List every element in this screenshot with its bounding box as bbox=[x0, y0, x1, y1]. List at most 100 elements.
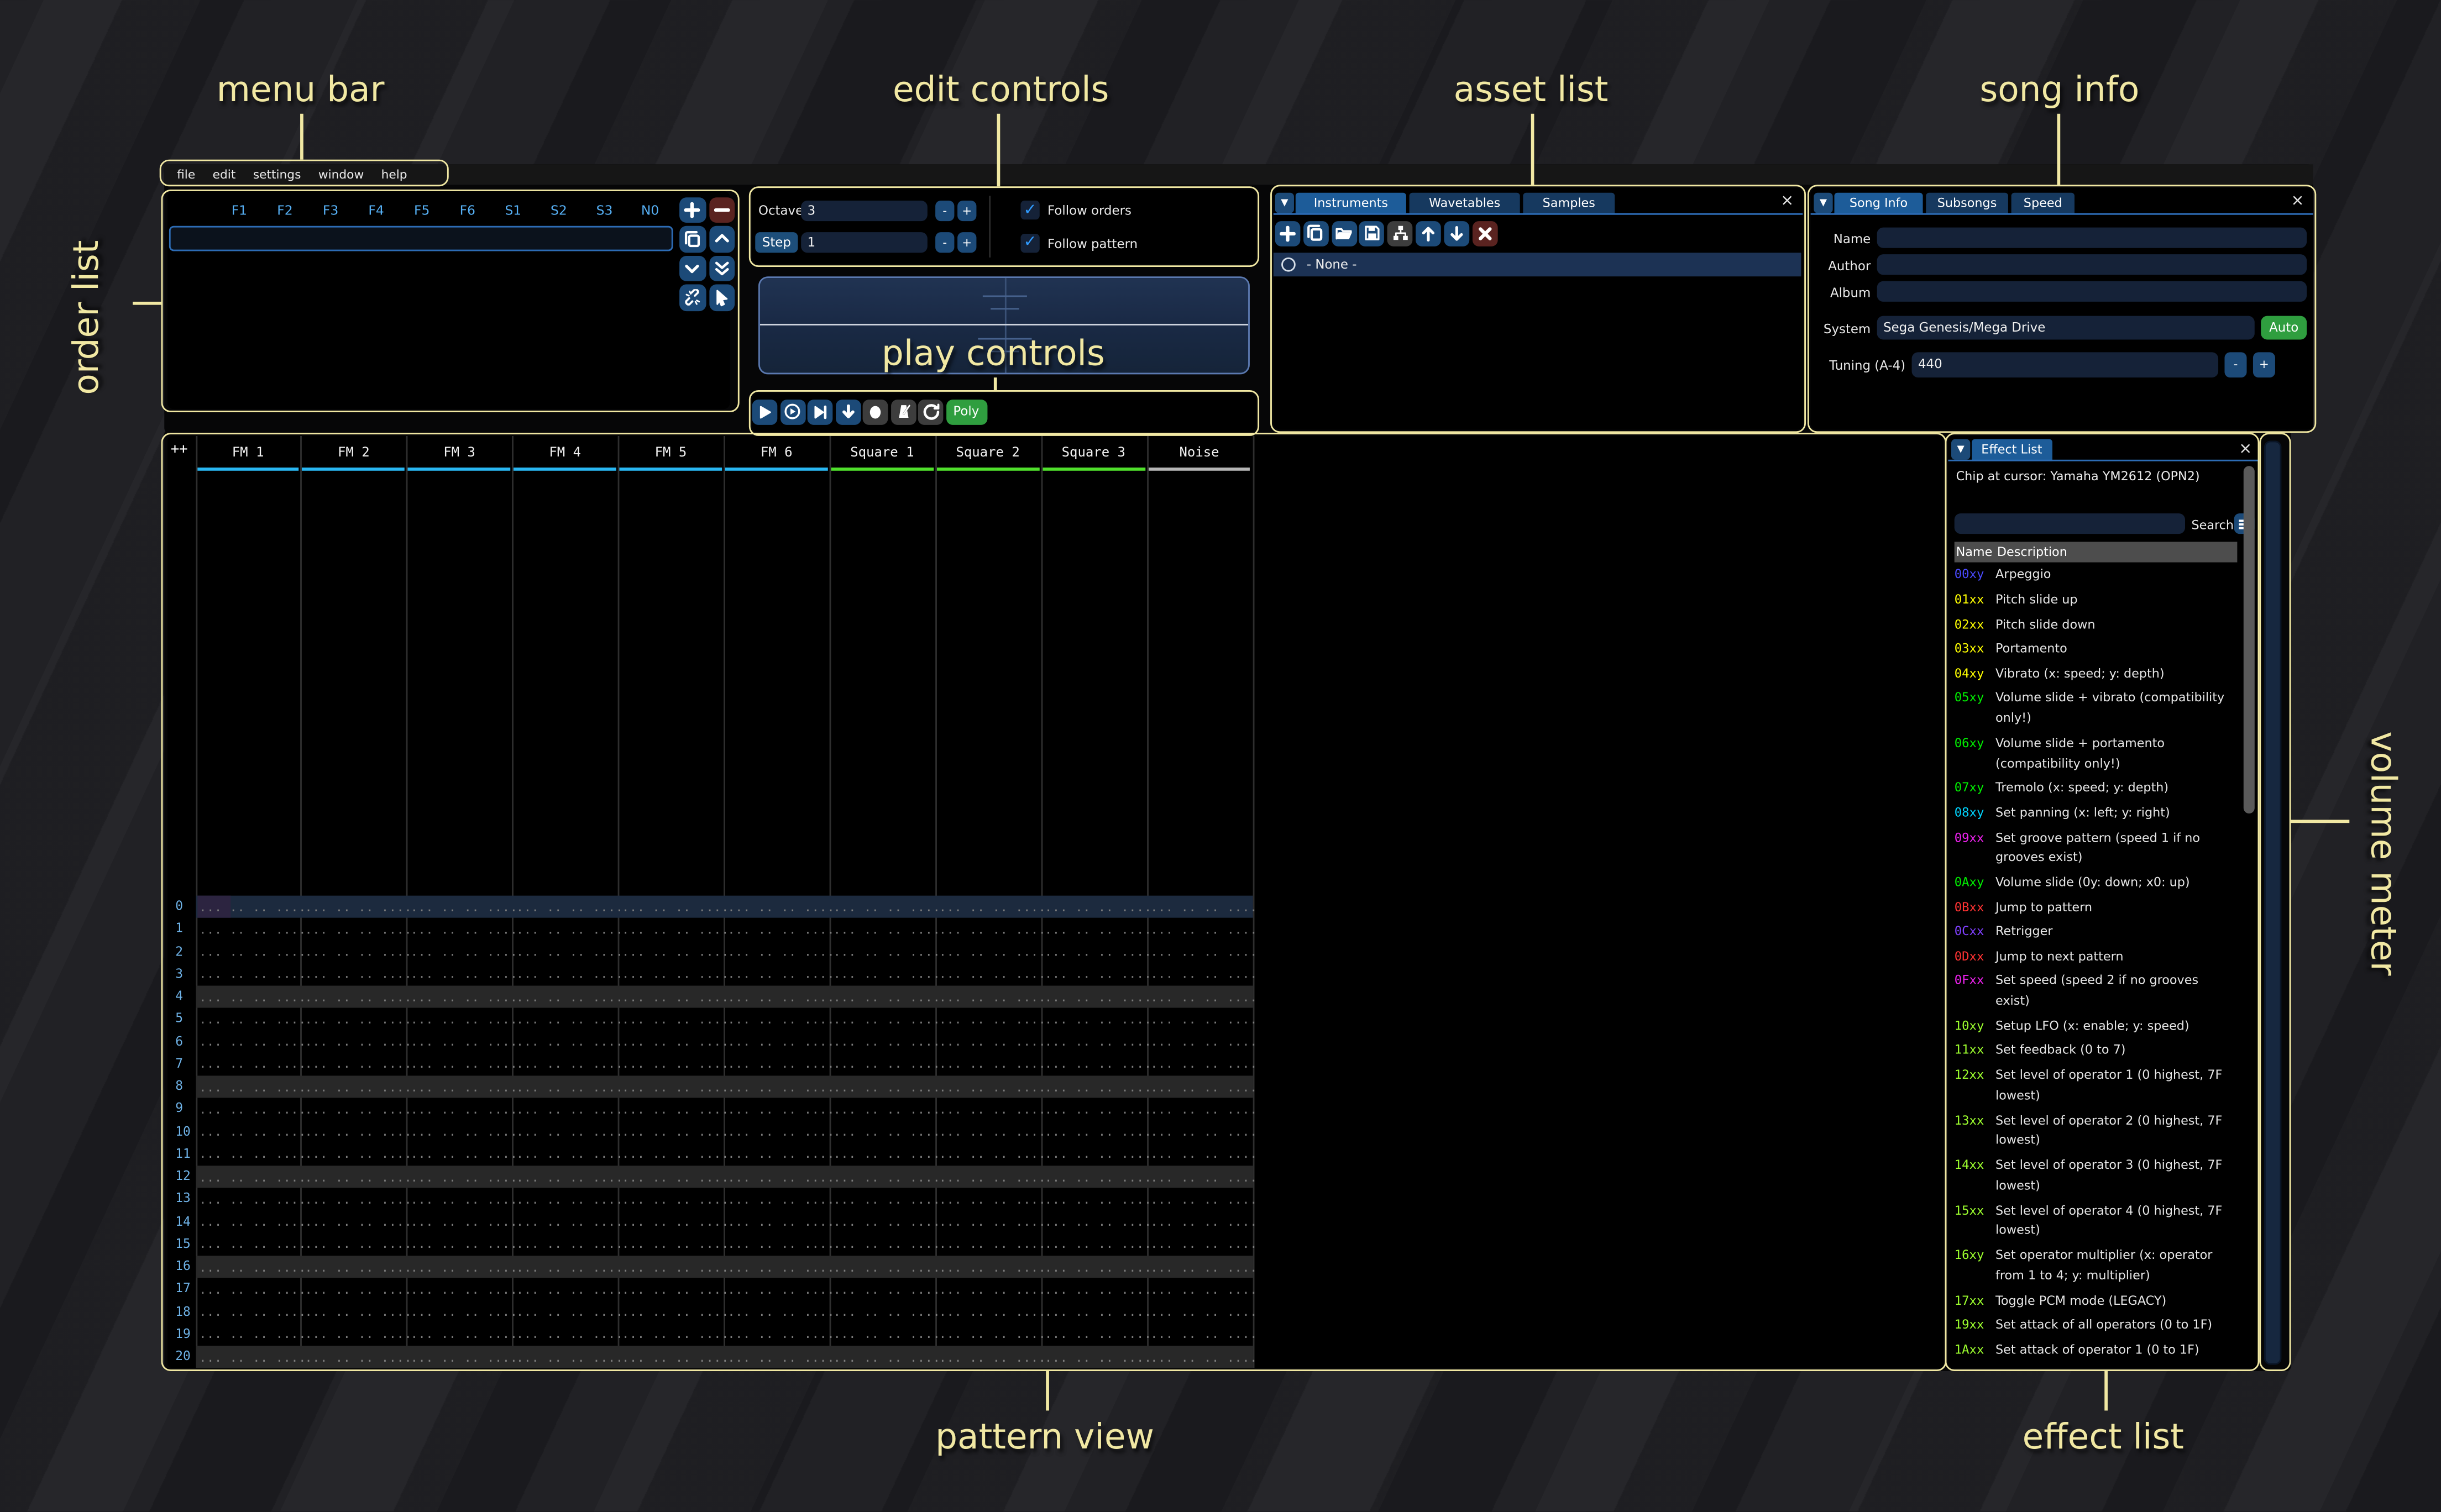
effect-row[interactable]: 06xyVolume slide + portamento (compatibi… bbox=[1955, 732, 2249, 777]
pattern-row[interactable]: 2... .. .. ....... .. .. ....... .. .. .… bbox=[167, 940, 1944, 963]
follow-pattern-checkbox[interactable]: ✓ bbox=[1020, 233, 1039, 252]
effect-row[interactable]: 09xxSet groove pattern (speed 1 if no gr… bbox=[1955, 826, 2249, 871]
system-auto-button[interactable]: Auto bbox=[2261, 316, 2307, 340]
asset-duplicate-button[interactable] bbox=[1303, 221, 1329, 246]
pattern-row[interactable]: 8... .. .. ....... .. .. ....... .. .. .… bbox=[167, 1075, 1944, 1098]
order-mouse-pointer-button[interactable] bbox=[709, 284, 735, 310]
tuning-minus-button[interactable]: - bbox=[2224, 352, 2246, 376]
effect-scrollbar[interactable] bbox=[2244, 466, 2254, 813]
effect-row[interactable]: 16xySet operator multiplier (x: operator… bbox=[1955, 1245, 2249, 1289]
order-plus-button[interactable] bbox=[679, 197, 705, 223]
effect-row[interactable]: 0CxxRetrigger bbox=[1955, 921, 2249, 946]
step-minus-button[interactable]: - bbox=[935, 232, 954, 253]
asset-close-icon[interactable]: × bbox=[1780, 193, 1794, 210]
song-close-icon[interactable]: × bbox=[2291, 193, 2304, 210]
pattern-row[interactable]: 12... .. .. ....... .. .. ....... .. .. … bbox=[167, 1165, 1944, 1188]
asset-tree-view-button[interactable] bbox=[1387, 221, 1413, 246]
pattern-row[interactable]: 7... .. .. ....... .. .. ....... .. .. .… bbox=[167, 1052, 1944, 1075]
octave-minus-button[interactable]: - bbox=[935, 200, 954, 221]
follow-orders-checkbox[interactable]: ✓ bbox=[1020, 201, 1039, 219]
pattern-row[interactable]: 0... .. .. ....... .. .. ....... .. .. .… bbox=[167, 895, 1944, 917]
author-field[interactable] bbox=[1877, 254, 2307, 275]
pattern-row[interactable]: 13... .. .. ....... .. .. ....... .. .. … bbox=[167, 1188, 1944, 1210]
play-to-cursor-button[interactable] bbox=[808, 400, 833, 424]
effect-row[interactable]: 0FxxSet speed (speed 2 if no grooves exi… bbox=[1955, 970, 2249, 1015]
tab-speed[interactable]: Speed bbox=[2012, 192, 2075, 213]
channel-header-square-3[interactable]: Square 3 bbox=[1041, 444, 1146, 460]
asset-save-button[interactable] bbox=[1359, 221, 1385, 246]
tab-subsongs[interactable]: Subsongs bbox=[1926, 192, 2008, 213]
repeat-button[interactable] bbox=[918, 400, 944, 424]
pattern-row[interactable]: 18... .. .. ....... .. .. ....... .. .. … bbox=[167, 1300, 1944, 1322]
asset-arrow-down-button[interactable] bbox=[1444, 221, 1469, 246]
asset-arrow-up-button[interactable] bbox=[1416, 221, 1441, 246]
octave-input[interactable]: 3 bbox=[801, 200, 928, 221]
effect-row[interactable]: 0DxxJump to next pattern bbox=[1955, 946, 2249, 970]
step-input[interactable]: 1 bbox=[801, 232, 928, 253]
step-row-down-button[interactable] bbox=[835, 400, 861, 424]
effect-row[interactable]: 04xyVibrato (x: speed; y: depth) bbox=[1955, 663, 2249, 687]
effect-row[interactable]: 01xxPitch slide up bbox=[1955, 589, 2249, 613]
menu-item-window[interactable]: window bbox=[318, 167, 364, 182]
effect-row[interactable]: 14xxSet level of operator 3 (0 highest, … bbox=[1955, 1154, 2249, 1199]
menu-item-file[interactable]: file bbox=[177, 167, 195, 182]
pattern-row[interactable]: 19... .. .. ....... .. .. ....... .. .. … bbox=[167, 1322, 1944, 1345]
effect-search-input[interactable] bbox=[1955, 513, 2185, 534]
step-plus-button[interactable]: + bbox=[957, 232, 976, 253]
effect-row[interactable]: 1AxxSet attack of operator 1 (0 to 1F) bbox=[1955, 1338, 2249, 1363]
system-select[interactable]: Sega Genesis/Mega Drive bbox=[1877, 316, 2255, 340]
effect-row[interactable]: 07xyTremolo (x: speed; y: depth) bbox=[1955, 777, 2249, 802]
tab-song-info[interactable]: Song Info bbox=[1834, 192, 1923, 213]
asset-selected-item[interactable]: - None - bbox=[1274, 252, 1801, 276]
channel-header-fm-3[interactable]: FM 3 bbox=[406, 444, 512, 460]
order-broken-link-button[interactable] bbox=[679, 284, 705, 310]
pattern-row[interactable]: 3... .. .. ....... .. .. ....... .. .. .… bbox=[167, 962, 1944, 985]
effect-row[interactable]: 0AxyVolume slide (0y: down; x0: up) bbox=[1955, 872, 2249, 896]
effect-row[interactable]: 10xySetup LFO (x: enable; y: speed) bbox=[1955, 1015, 2249, 1040]
pattern-row[interactable]: 5... .. .. ....... .. .. ....... .. .. .… bbox=[167, 1007, 1944, 1030]
tab-wavetables[interactable]: Wavetables bbox=[1410, 192, 1520, 213]
octave-plus-button[interactable]: + bbox=[957, 200, 976, 221]
pattern-row[interactable]: 17... .. .. ....... .. .. ....... .. .. … bbox=[167, 1278, 1944, 1300]
collapse-caret-icon[interactable]: ▼ bbox=[1275, 192, 1294, 212]
effect-row[interactable]: 0BxxJump to pattern bbox=[1955, 896, 2249, 921]
pattern-row[interactable]: 16... .. .. ....... .. .. ....... .. .. … bbox=[167, 1255, 1944, 1278]
pattern-view-panel[interactable]: ++ FM 1FM 2FM 3FM 4FM 5FM 6Square 1Squar… bbox=[167, 436, 1944, 1368]
pattern-row[interactable]: 20... .. .. ....... .. .. ....... .. .. … bbox=[167, 1345, 1944, 1368]
order-duplicate-button[interactable] bbox=[679, 226, 705, 252]
album-field[interactable] bbox=[1877, 281, 2307, 302]
effect-row[interactable]: 00xyArpeggio bbox=[1955, 564, 2249, 589]
asset-delete-x-button[interactable] bbox=[1472, 221, 1497, 246]
order-double-chevron-down-button[interactable] bbox=[709, 255, 735, 281]
order-chevron-down-button[interactable] bbox=[679, 255, 705, 281]
channel-header-fm-1[interactable]: FM 1 bbox=[195, 444, 301, 460]
effect-row[interactable]: 13xxSet level of operator 2 (0 highest, … bbox=[1955, 1109, 2249, 1154]
effect-row[interactable]: 17xxToggle PCM mode (LEGACY) bbox=[1955, 1289, 2249, 1314]
name-field[interactable] bbox=[1877, 228, 2307, 248]
record-button[interactable] bbox=[863, 400, 888, 424]
effect-row[interactable]: 03xxPortamento bbox=[1955, 638, 2249, 663]
pattern-corner-button[interactable]: ++ bbox=[171, 442, 188, 458]
effect-row[interactable]: 19xxSet attack of all operators (0 to 1F… bbox=[1955, 1314, 2249, 1339]
menu-item-edit[interactable]: edit bbox=[213, 167, 236, 182]
effect-row[interactable]: 12xxSet level of operator 1 (0 highest, … bbox=[1955, 1064, 2249, 1109]
channel-header-square-2[interactable]: Square 2 bbox=[935, 444, 1041, 460]
asset-plus-button[interactable] bbox=[1275, 221, 1301, 246]
channel-header-fm-4[interactable]: FM 4 bbox=[512, 444, 618, 460]
pattern-row[interactable]: 10... .. .. ....... .. .. ....... .. .. … bbox=[167, 1120, 1944, 1143]
order-minus-button[interactable] bbox=[709, 197, 735, 223]
pattern-row[interactable]: 1... .. .. ....... .. .. ....... .. .. .… bbox=[167, 917, 1944, 940]
channel-header-fm-2[interactable]: FM 2 bbox=[301, 444, 406, 460]
play-button[interactable] bbox=[752, 400, 778, 424]
pattern-row[interactable]: 9... .. .. ....... .. .. ....... .. .. .… bbox=[167, 1098, 1944, 1120]
menu-item-settings[interactable]: settings bbox=[253, 167, 301, 182]
effect-row[interactable]: 15xxSet level of operator 4 (0 highest, … bbox=[1955, 1199, 2249, 1244]
channel-header-square-1[interactable]: Square 1 bbox=[829, 444, 935, 460]
play-circle-button[interactable] bbox=[780, 400, 805, 424]
tab-samples[interactable]: Samples bbox=[1523, 192, 1615, 213]
tab-instruments[interactable]: Instruments bbox=[1296, 192, 1406, 213]
tuning-plus-button[interactable]: + bbox=[2253, 352, 2275, 376]
collapse-caret-icon[interactable]: ▼ bbox=[1951, 439, 1970, 460]
asset-open-folder-button[interactable] bbox=[1331, 221, 1356, 246]
collapse-caret-icon[interactable]: ▼ bbox=[1814, 192, 1832, 212]
